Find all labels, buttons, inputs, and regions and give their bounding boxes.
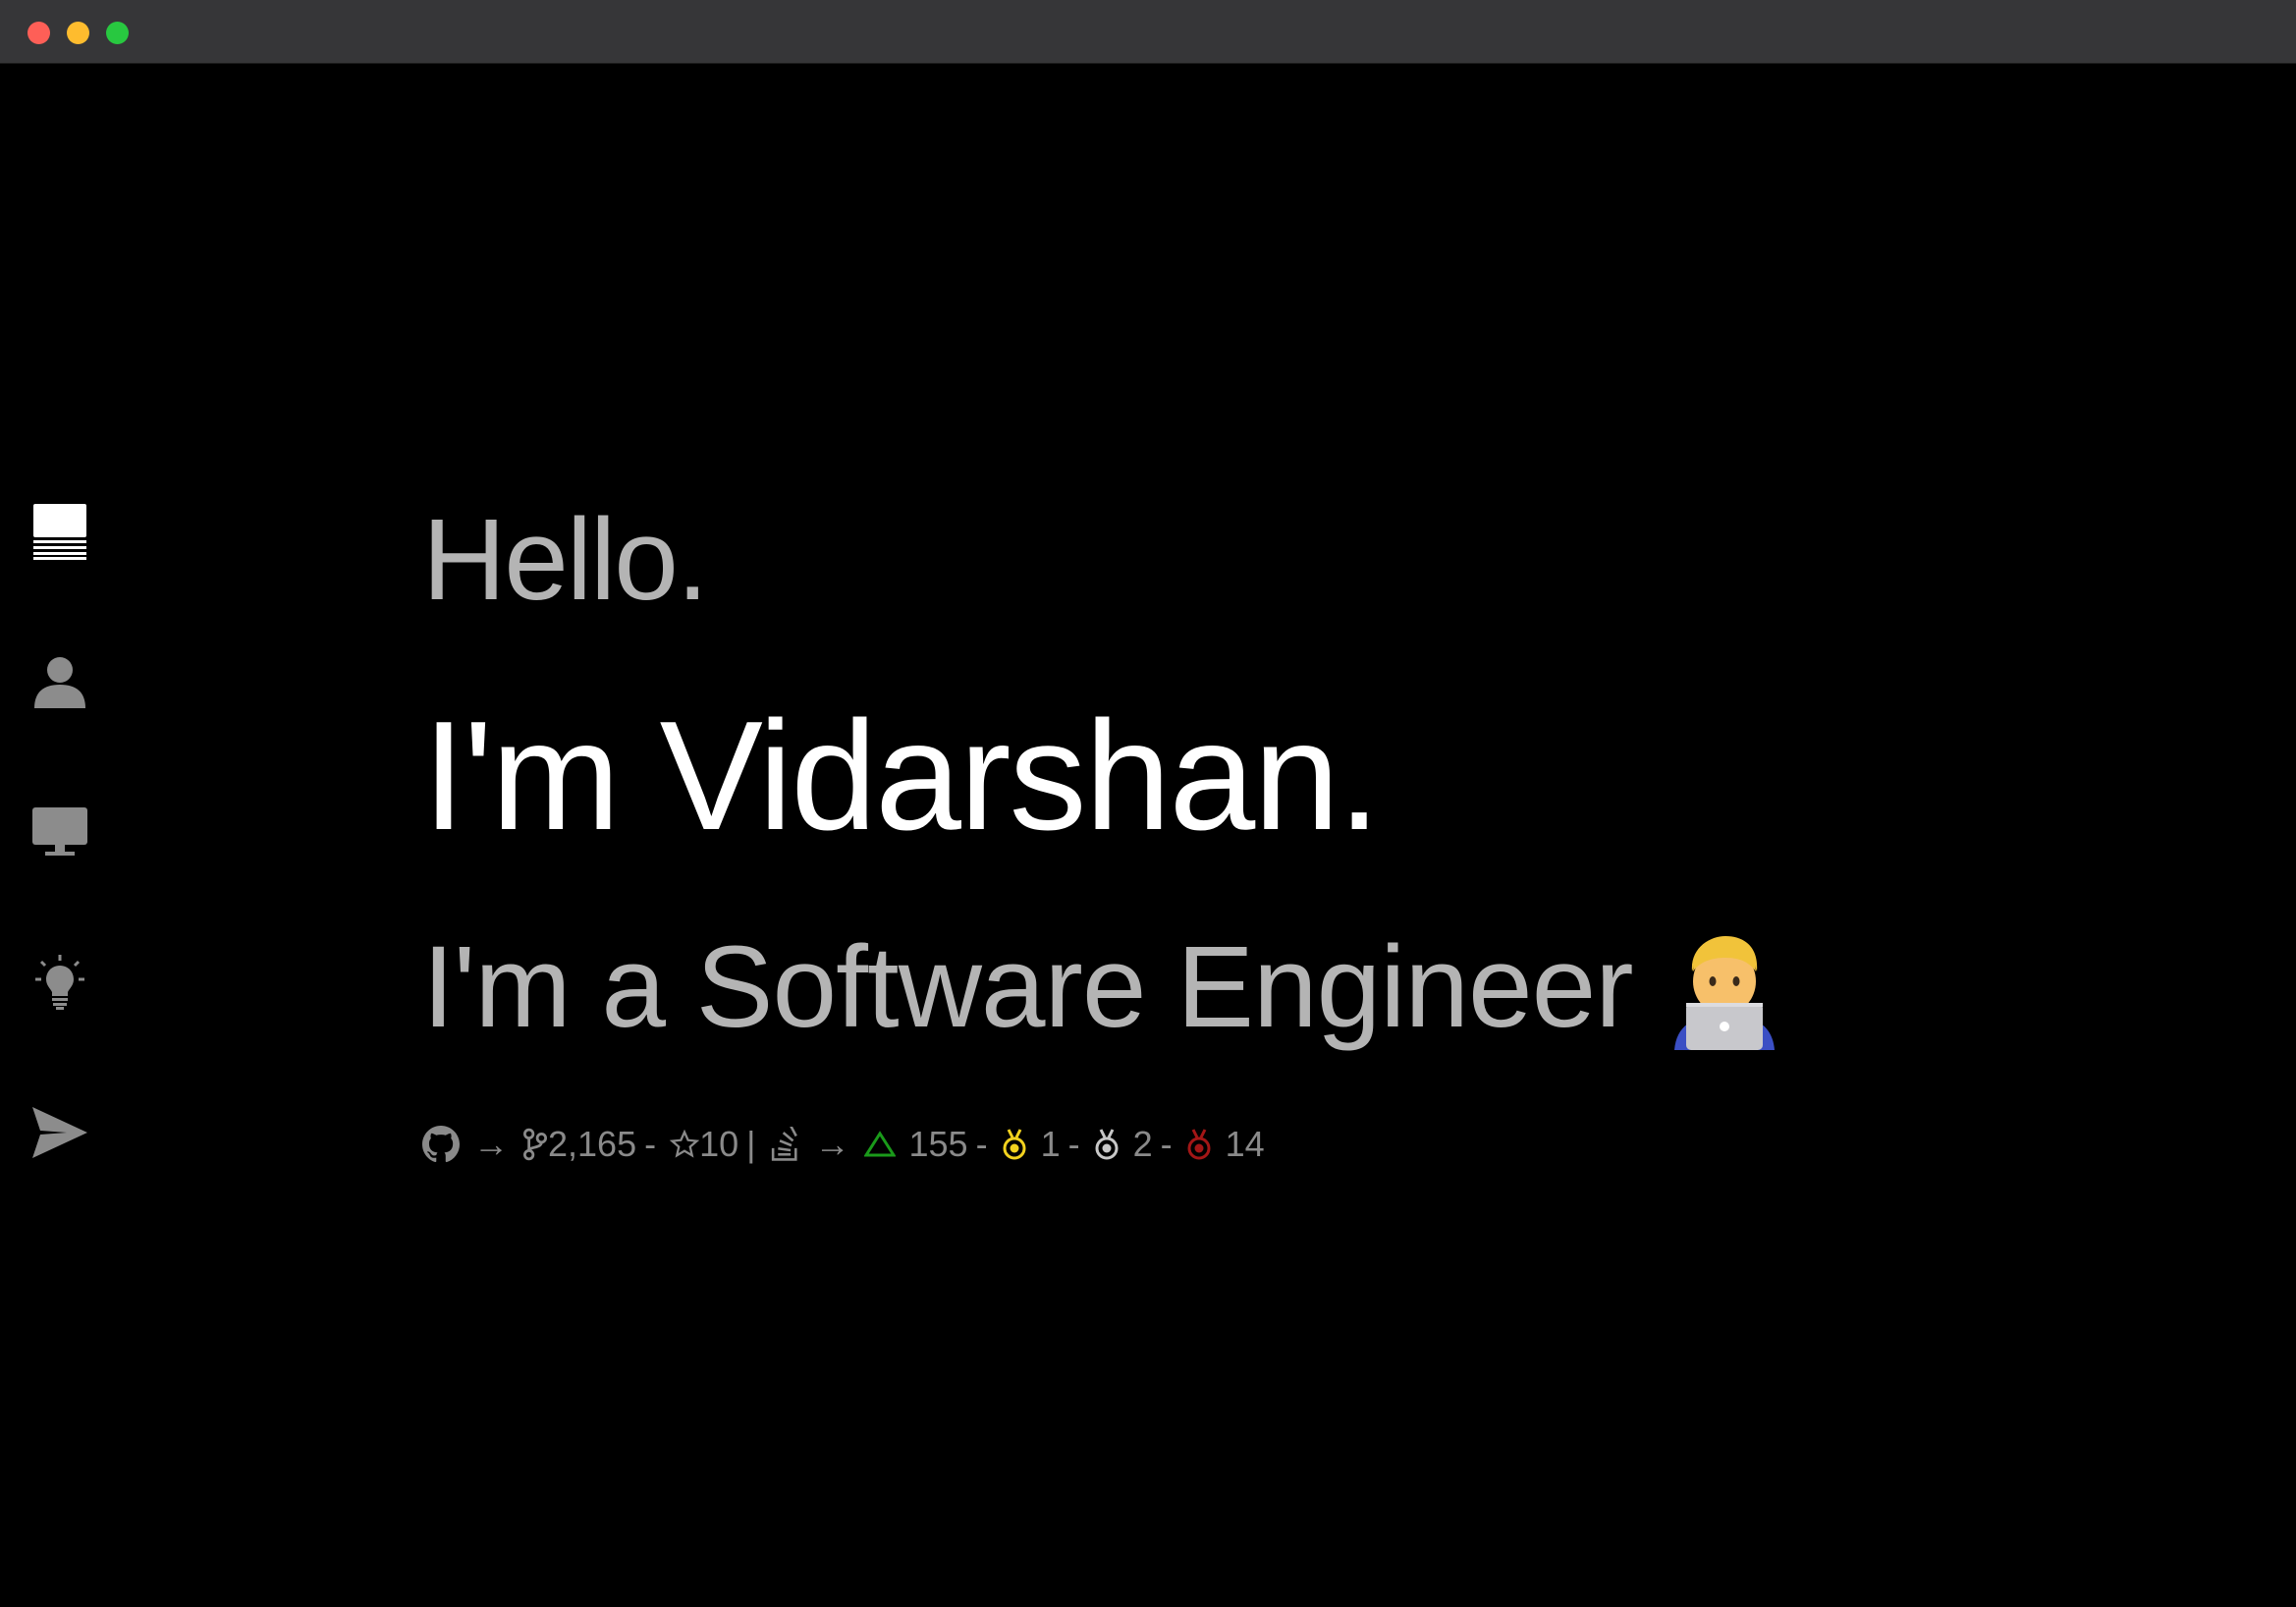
stats-bar: → 2,165 - 10 | → 155 - 1 - 2 - 14: [422, 1120, 1265, 1169]
triangle-up-icon: [863, 1131, 896, 1158]
sidebar-item-ideas[interactable]: [29, 952, 90, 1013]
sidebar-item-about[interactable]: [29, 651, 90, 712]
github-stars: 10: [699, 1124, 739, 1164]
bronze-badge-icon: [1186, 1129, 1212, 1160]
paper-plane-icon: [32, 1107, 87, 1158]
stackoverflow-bronze: 14: [1225, 1124, 1265, 1164]
greeting-text: Hello.: [422, 495, 709, 625]
close-window-button[interactable]: [27, 22, 50, 44]
sidebar-item-work[interactable]: [29, 802, 90, 862]
title-bar: [0, 0, 2296, 64]
home-screen-icon: [33, 504, 86, 560]
sidebar-item-home[interactable]: [29, 501, 90, 562]
monitor-icon: [32, 807, 87, 856]
git-branch-icon: [522, 1128, 548, 1161]
github-commits: 2,165: [548, 1124, 637, 1164]
stats-dash: -: [1067, 1124, 1080, 1164]
man-technologist-emoji: [1670, 932, 1778, 1050]
star-icon: [670, 1130, 700, 1159]
sidebar-item-contact[interactable]: [29, 1102, 90, 1163]
stackoverflow-gold: 1: [1040, 1124, 1061, 1164]
stats-dash: -: [644, 1124, 657, 1164]
lightbulb-icon: [35, 955, 84, 1010]
name-heading: I'm Vidarshan.: [422, 690, 1381, 862]
stackoverflow-icon[interactable]: [770, 1127, 801, 1162]
gold-badge-icon: [1002, 1129, 1027, 1160]
stackoverflow-silver: 2: [1132, 1124, 1153, 1164]
github-arrow: →: [473, 1124, 509, 1164]
role-line: I'm a Software Engineer: [422, 918, 1778, 1056]
stats-dash: -: [1160, 1124, 1173, 1164]
person-icon: [34, 657, 85, 708]
silver-badge-icon: [1094, 1129, 1120, 1160]
browser-window: Hello. I'm Vidarshan. I'm a Software Eng…: [0, 0, 2296, 1607]
minimize-window-button[interactable]: [67, 22, 89, 44]
stats-divider: |: [746, 1124, 756, 1164]
role-text: I'm a Software Engineer: [422, 922, 1634, 1052]
maximize-window-button[interactable]: [106, 22, 129, 44]
stackoverflow-reputation: 155: [908, 1124, 968, 1164]
stats-dash: -: [975, 1124, 988, 1164]
stackoverflow-arrow: →: [814, 1124, 850, 1164]
github-icon[interactable]: [422, 1126, 460, 1163]
